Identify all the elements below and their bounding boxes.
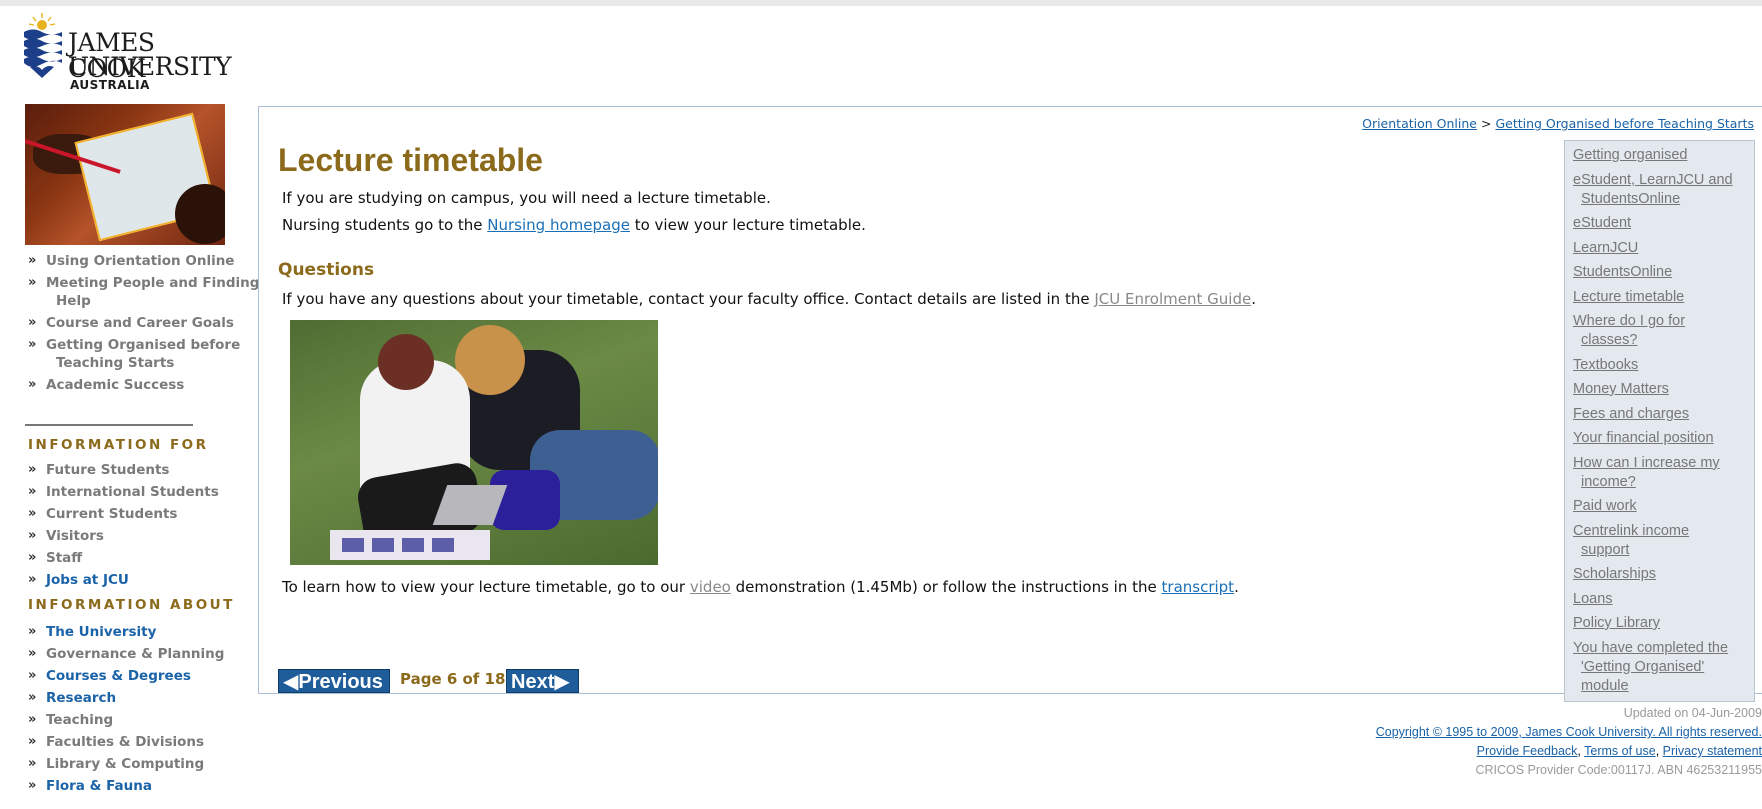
questions-heading: Questions — [278, 260, 375, 280]
jcu-crest-icon — [24, 13, 62, 78]
transcript-link[interactable]: transcript — [1162, 578, 1235, 596]
rnav-estudent[interactable]: eStudent — [1573, 214, 1754, 233]
module-page-nav: Getting organised eStudent, LearnJCU and… — [1564, 140, 1755, 702]
page-indicator: Page 6 of 18 — [400, 670, 506, 688]
cricos-info: CRICOS Provider Code:00117J. ABN 4625321… — [1475, 763, 1762, 777]
info-for-nav: » Future Students » International Students… — [28, 461, 219, 593]
rnav-money-matters[interactable]: Money Matters — [1573, 380, 1754, 399]
logo-text-line2: UNIVERSITY — [68, 52, 232, 81]
copyright-link[interactable]: Copyright © 1995 to 2009, James Cook Uni… — [1376, 725, 1762, 739]
arrow-right-icon: ▶ — [554, 671, 570, 693]
link-international-students[interactable]: » International Students — [28, 483, 219, 501]
bullet-icon: » — [28, 315, 37, 330]
link-visitors[interactable]: » Visitors — [28, 527, 219, 545]
link-current-students[interactable]: » Current Students — [28, 505, 219, 523]
rnav-estudent-learnjcu-studentsonline[interactable]: eStudent, LearnJCU and StudentsOnline — [1573, 171, 1754, 209]
sidebar-item-course-career-goals[interactable]: » Course and Career Goals — [28, 314, 259, 332]
bullet-icon: » — [28, 646, 37, 661]
link-courses-degrees[interactable]: » Courses & Degrees — [28, 667, 224, 685]
bullet-icon: » — [28, 668, 37, 683]
bullet-icon: » — [28, 734, 37, 749]
rnav-module-completed[interactable]: You have completed the 'Getting Organised… — [1573, 639, 1754, 696]
bullet-icon: » — [28, 462, 37, 477]
next-button[interactable]: Next▶ — [506, 669, 579, 693]
sidebar-module-nav: » Using Orientation Online » Meeting Peopl… — [28, 252, 259, 398]
bullet-icon: » — [28, 756, 37, 771]
link-governance-planning[interactable]: » Governance & Planning — [28, 645, 224, 663]
footer-links: Provide Feedback, Terms of use, Privacy … — [1476, 744, 1762, 758]
link-teaching[interactable]: » Teaching — [28, 711, 224, 729]
rnav-scholarships[interactable]: Scholarships — [1573, 565, 1754, 584]
jcu-logo[interactable]: JAMES COOK UNIVERSITY AUSTRALIA — [22, 10, 232, 94]
privacy-statement-link[interactable]: Privacy statement — [1663, 744, 1762, 758]
rnav-where-do-i-go[interactable]: Where do I go for classes? — [1573, 312, 1754, 350]
bullet-icon: » — [28, 572, 37, 587]
bullet-icon: » — [28, 377, 37, 392]
rnav-getting-organised[interactable]: Getting organised — [1573, 146, 1754, 165]
bullet-icon: » — [28, 506, 37, 521]
bullet-icon: » — [28, 624, 37, 639]
questions-paragraph: If you have any questions about your tim… — [282, 290, 1256, 308]
rnav-financial-position[interactable]: Your financial position — [1573, 429, 1754, 448]
rnav-textbooks[interactable]: Textbooks — [1573, 356, 1754, 375]
rnav-learnjcu[interactable]: LearnJCU — [1573, 239, 1754, 258]
sidebar-item-getting-organised[interactable]: » Getting Organised before Teaching Starts — [28, 336, 259, 372]
info-about-heading: INFORMATION ABOUT — [28, 597, 235, 613]
link-library-computing[interactable]: » Library & Computing — [28, 755, 224, 773]
bullet-icon: » — [28, 690, 37, 705]
intro-paragraph: If you are studying on campus, you will … — [282, 189, 771, 207]
bullet-icon: » — [28, 528, 37, 543]
breadcrumb-orientation-online[interactable]: Orientation Online — [1362, 116, 1477, 131]
rnav-fees-and-charges[interactable]: Fees and charges — [1573, 405, 1754, 424]
provide-feedback-link[interactable]: Provide Feedback — [1477, 744, 1578, 758]
bullet-icon: » — [28, 778, 37, 793]
bullet-icon: » — [28, 253, 37, 268]
bullet-icon: » — [28, 337, 37, 352]
page-title: Lecture timetable — [278, 142, 543, 178]
link-flora-fauna[interactable]: » Flora & Fauna — [28, 777, 224, 795]
copyright: Copyright © 1995 to 2009, James Cook Uni… — [1376, 725, 1762, 739]
logo-text-line3: AUSTRALIA — [70, 78, 150, 92]
rnav-increase-income[interactable]: How can I increase my income? — [1573, 454, 1754, 492]
sidebar-item-using-orientation-online[interactable]: » Using Orientation Online — [28, 252, 259, 270]
link-the-university[interactable]: » The University — [28, 623, 224, 641]
nursing-homepage-link[interactable]: Nursing homepage — [487, 216, 630, 234]
top-strip — [0, 0, 1762, 6]
sidebar-item-academic-success[interactable]: » Academic Success — [28, 376, 259, 394]
arrow-left-icon: ◀ — [283, 671, 299, 693]
breadcrumb-getting-organised[interactable]: Getting Organised before Teaching Starts — [1495, 116, 1754, 131]
sidebar-divider — [25, 424, 193, 426]
nursing-paragraph: Nursing students go to the Nursing homep… — [282, 216, 866, 234]
bullet-icon: » — [28, 550, 37, 565]
bullet-icon: » — [28, 712, 37, 727]
link-future-students[interactable]: » Future Students — [28, 461, 219, 479]
info-about-nav: » The University » Governance & Planning »… — [28, 623, 224, 799]
rnav-lecture-timetable[interactable]: Lecture timetable — [1573, 288, 1754, 307]
sidebar-photo — [25, 104, 225, 245]
rnav-loans[interactable]: Loans — [1573, 590, 1754, 609]
rnav-paid-work[interactable]: Paid work — [1573, 497, 1754, 516]
link-jobs-at-jcu[interactable]: » Jobs at JCU — [28, 571, 219, 589]
enrolment-guide-link[interactable]: JCU Enrolment Guide — [1094, 290, 1251, 308]
breadcrumb: Orientation Online > Getting Organised b… — [1362, 116, 1754, 131]
breadcrumb-separator: > — [1480, 116, 1492, 131]
updated-date: Updated on 04-Jun-2009 — [1623, 706, 1762, 720]
video-link[interactable]: video — [690, 578, 731, 596]
rnav-policy-library[interactable]: Policy Library — [1573, 614, 1754, 633]
rnav-centrelink-support[interactable]: Centrelink income support — [1573, 522, 1754, 560]
bullet-icon: » — [28, 275, 37, 290]
info-for-heading: INFORMATION FOR — [28, 437, 209, 453]
link-staff[interactable]: » Staff — [28, 549, 219, 567]
video-paragraph: To learn how to view your lecture timeta… — [282, 578, 1239, 596]
terms-of-use-link[interactable]: Terms of use — [1584, 744, 1656, 758]
link-research[interactable]: » Research — [28, 689, 224, 707]
students-photo — [290, 320, 658, 565]
previous-button[interactable]: ◀Previous — [278, 669, 390, 693]
link-faculties-divisions[interactable]: » Faculties & Divisions — [28, 733, 224, 751]
rnav-studentsonline[interactable]: StudentsOnline — [1573, 263, 1754, 282]
sidebar-item-meeting-people[interactable]: » Meeting People and Finding Help — [28, 274, 259, 310]
bullet-icon: » — [28, 484, 37, 499]
